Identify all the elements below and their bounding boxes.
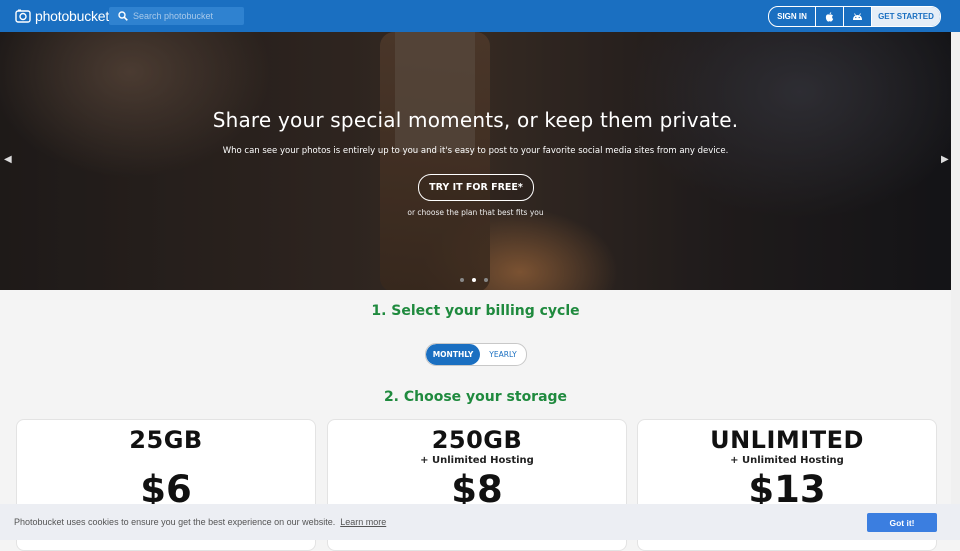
try-free-button[interactable]: TRY IT FOR FREE* bbox=[418, 174, 534, 201]
hero-plan-note: or choose the plan that best fits you bbox=[407, 208, 544, 217]
android-icon bbox=[853, 12, 862, 20]
camera-logo-icon bbox=[15, 9, 31, 23]
carousel-dot-3[interactable] bbox=[484, 278, 488, 282]
cookie-accept-button[interactable]: Got it! bbox=[867, 513, 937, 532]
plan-extra: + Unlimited Hosting bbox=[730, 455, 844, 466]
carousel-next-icon[interactable]: ▶ bbox=[941, 154, 949, 165]
plan-storage: 250GB bbox=[431, 426, 523, 454]
photobucket-logo[interactable]: photobucket bbox=[15, 7, 109, 25]
apple-app-button[interactable] bbox=[816, 7, 844, 26]
top-nav-bar: photobucket SIGN IN GET STARTED bbox=[0, 0, 960, 32]
carousel-dots bbox=[460, 278, 488, 282]
storage-heading: 2. Choose your storage bbox=[383, 389, 568, 405]
get-started-button[interactable]: GET STARTED bbox=[872, 7, 940, 26]
search-input[interactable] bbox=[133, 11, 233, 21]
learn-more-link[interactable]: Learn more bbox=[340, 517, 386, 527]
hero-overlay bbox=[0, 32, 951, 290]
plan-storage: 25GB bbox=[129, 426, 203, 454]
logo-text: photobucket bbox=[35, 8, 110, 24]
cookie-message: Photobucket uses cookies to ensure you g… bbox=[14, 517, 336, 527]
hero-banner: Share your special moments, or keep them… bbox=[0, 32, 951, 290]
plan-extra: + Unlimited Hosting bbox=[420, 455, 534, 466]
hero-subtitle: Who can see your photos is entirely up t… bbox=[222, 146, 729, 156]
carousel-prev-icon[interactable]: ◀ bbox=[4, 154, 12, 165]
billing-cycle-heading: 1. Select your billing cycle bbox=[371, 303, 580, 319]
hero-title: Share your special moments, or keep them… bbox=[212, 108, 739, 132]
header-actions: SIGN IN GET STARTED bbox=[768, 6, 941, 27]
carousel-dot-1[interactable] bbox=[460, 278, 464, 282]
billing-cycle-toggle: MONTHLY YEARLY bbox=[425, 343, 527, 366]
search-icon bbox=[118, 11, 128, 21]
sign-in-button[interactable]: SIGN IN bbox=[769, 7, 816, 26]
yearly-option[interactable]: YEARLY bbox=[480, 344, 526, 365]
android-app-button[interactable] bbox=[844, 7, 872, 26]
apple-icon bbox=[825, 11, 834, 22]
search-box[interactable] bbox=[109, 7, 244, 25]
monthly-option[interactable]: MONTHLY bbox=[426, 344, 480, 365]
page-scrollbar[interactable] bbox=[951, 32, 960, 540]
plan-storage: UNLIMITED bbox=[710, 426, 864, 454]
cookie-banner: Photobucket uses cookies to ensure you g… bbox=[0, 504, 960, 540]
carousel-dot-2[interactable] bbox=[472, 278, 476, 282]
